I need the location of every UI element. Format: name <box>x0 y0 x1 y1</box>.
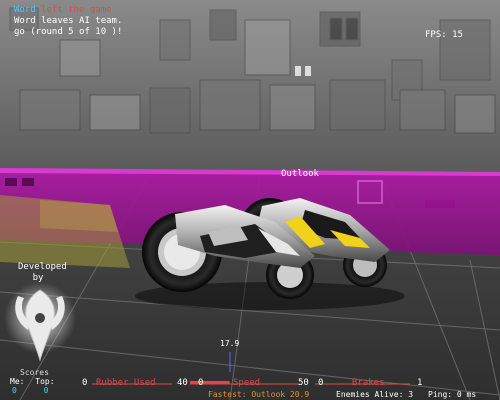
speed-readout: 17.9 <box>220 339 240 348</box>
ping-display: Ping: 0 ms <box>428 390 477 399</box>
speed-gauge-label: Speed <box>233 378 261 388</box>
brakes-gauge-label: Brakes <box>352 378 385 388</box>
game-viewport[interactable]: Word left the game Word leaves AI team. … <box>0 0 500 400</box>
speed-gauge-fill <box>190 381 230 384</box>
chat-line: go (round 5 of 10 )! <box>14 27 123 37</box>
player-name-tag: Outlook <box>281 169 319 179</box>
fastest-player: Fastest: Outlook 20.9 <box>208 390 310 399</box>
fps-counter: FPS: 15 <box>425 30 463 40</box>
enemies-alive: Enemies Alive: 3 <box>336 390 414 399</box>
chat-line: Word left the game <box>14 5 112 15</box>
chat-line: Word leaves AI team. <box>14 16 123 26</box>
chat-log: Word left the game Word leaves AI team. … <box>14 5 122 38</box>
rubber-gauge-label: Rubber Used <box>96 378 156 388</box>
developed-by: Developed by <box>18 262 67 283</box>
scores-title: Scores <box>20 368 49 377</box>
arena-scene <box>0 0 500 400</box>
scores-panel: Scores Me: Top: 0 0 <box>10 368 55 395</box>
